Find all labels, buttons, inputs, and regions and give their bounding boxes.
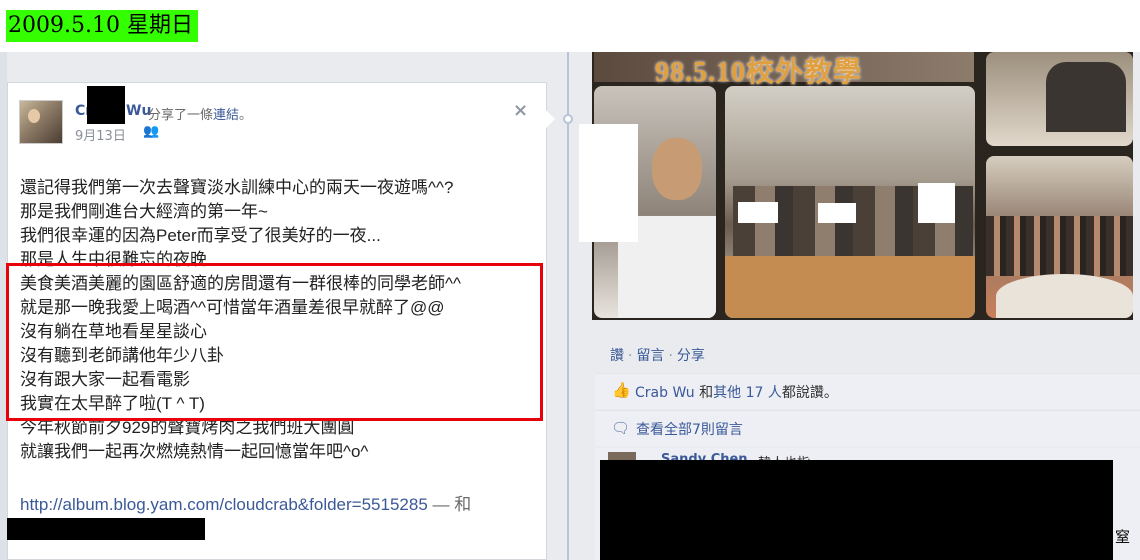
comment-redaction bbox=[600, 460, 1113, 560]
face-redaction bbox=[918, 183, 955, 223]
share-button[interactable]: 分享 bbox=[677, 348, 705, 364]
shared-with-text: — 和 bbox=[427, 495, 472, 514]
likes-summary: Crab Wu 和其他 17 人都說讚。 bbox=[635, 382, 838, 402]
likes-others[interactable]: 其他 17 人 bbox=[713, 385, 782, 401]
post-line: 就讓我們一起再次燃燒熱情一起回憶當年吧^o^ bbox=[20, 442, 369, 461]
share-link-word[interactable]: 連結 bbox=[213, 108, 239, 123]
friends-icon[interactable]: 👥 bbox=[143, 124, 159, 139]
thumbs-up-icon: 👍 bbox=[612, 381, 631, 399]
like-button[interactable]: 讚 bbox=[610, 348, 624, 364]
shared-link: http://album.blog.yam.com/cloudcrab&fold… bbox=[20, 490, 471, 515]
post-line: 還記得我們第一次去聲寶淡水訓練中心的兩天一夜遊嗎^^? bbox=[20, 178, 454, 197]
view-all-comments-link[interactable]: 查看全部7則留言 bbox=[636, 419, 743, 439]
post-line: 那是我們剛進台大經濟的第一年~ bbox=[20, 202, 268, 221]
date-label: 2009.5.10 星期日 bbox=[6, 10, 198, 42]
share-action-text: 分享了一條 bbox=[148, 108, 214, 123]
liker-name[interactable]: Crab Wu bbox=[635, 385, 695, 401]
photo-banquet-hall[interactable] bbox=[986, 156, 1133, 318]
photo-title: 98.5.10校外教學 bbox=[655, 57, 863, 88]
separator-dot: · bbox=[628, 348, 633, 364]
comment-button[interactable]: 留言 bbox=[636, 348, 664, 364]
post-date[interactable]: 9月13日 bbox=[75, 125, 126, 144]
bottom-redaction bbox=[7, 518, 205, 540]
post-actions: 讚 · 留言 · 分享 bbox=[610, 345, 705, 365]
timeline-divider bbox=[567, 52, 569, 560]
shared-url[interactable]: http://album.blog.yam.com/cloudcrab&fold… bbox=[20, 495, 428, 514]
post-line: 我們很幸運的因為Peter而享受了很美好的一夜... bbox=[20, 226, 381, 245]
share-action-end: 。 bbox=[239, 108, 253, 123]
highlight-box bbox=[6, 263, 543, 421]
card-pointer bbox=[546, 110, 555, 128]
likes-end: 都說讚。 bbox=[781, 385, 838, 401]
edge-text: 窒 bbox=[1115, 528, 1131, 546]
comment-icon: 🗨 bbox=[611, 419, 631, 437]
face-redaction bbox=[818, 203, 856, 223]
close-icon[interactable]: × bbox=[513, 100, 528, 121]
photo-guests[interactable] bbox=[986, 52, 1133, 146]
likes-and: 和 bbox=[699, 385, 714, 401]
share-description: 分享了一條連結。 bbox=[148, 104, 252, 123]
author-avatar[interactable] bbox=[19, 100, 63, 144]
separator-dot: · bbox=[668, 348, 673, 364]
timeline-dot bbox=[563, 114, 573, 124]
name-redaction bbox=[87, 86, 125, 124]
face-redaction bbox=[579, 124, 638, 242]
face-redaction bbox=[738, 202, 778, 223]
